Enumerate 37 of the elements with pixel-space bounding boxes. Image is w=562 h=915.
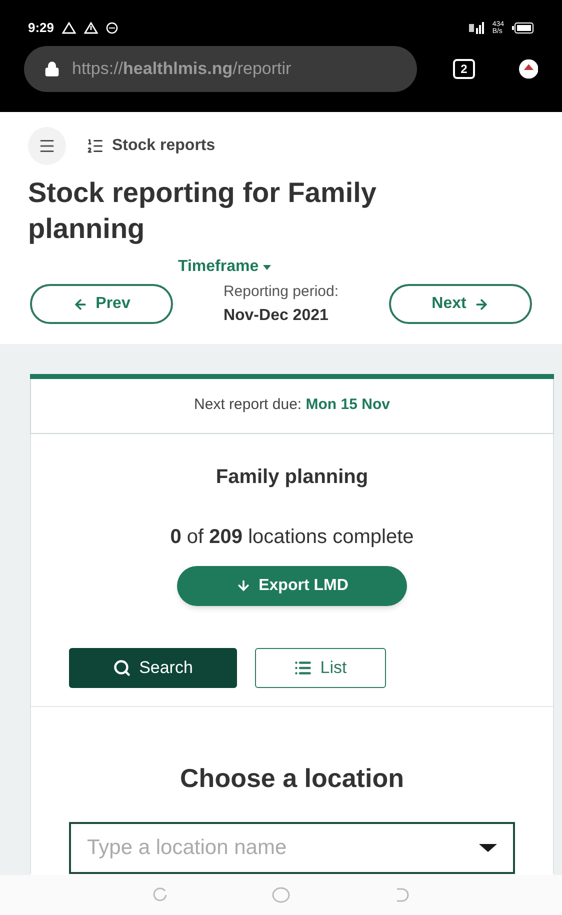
battery-icon: [512, 22, 534, 34]
completion-count: 0 of 209 locations complete: [170, 524, 414, 550]
caret-icon: [479, 844, 497, 852]
location-field[interactable]: Type a location name: [69, 822, 515, 874]
back-icon[interactable]: [394, 887, 410, 903]
menu-icon: [38, 137, 56, 155]
prev-button[interactable]: Prev: [30, 284, 173, 324]
export-button[interactable]: Export LMD: [177, 566, 407, 606]
breadcrumb-link[interactable]: Stock reports: [86, 134, 216, 158]
view-tab[interactable]: List: [255, 648, 386, 688]
section-heading: Choose a location: [180, 762, 404, 794]
next-button[interactable]: Next: [388, 284, 532, 324]
warning-icon: [84, 22, 98, 34]
period-label: Reporting period:: [223, 282, 339, 302]
program-title: Family planning: [216, 464, 368, 490]
arrow-down-icon: [236, 578, 251, 593]
address-bar[interactable]: https://healthlmis.ng/reportir: [24, 46, 418, 92]
signal-icon: [468, 22, 484, 34]
list-icon: [294, 658, 312, 676]
page-title: Stock reporting for Family planning: [27, 176, 378, 246]
home-icon[interactable]: [272, 887, 290, 903]
view-tab[interactable]: Search: [69, 648, 237, 688]
url-text: https://healthlmis.ng/reportir: [72, 58, 292, 80]
timeframe-dropdown[interactable]: Timeframe: [178, 255, 271, 279]
warning-icon: [62, 22, 76, 34]
arrow-right-icon: [474, 296, 490, 312]
profile-icon[interactable]: [518, 59, 538, 79]
recent-apps-icon[interactable]: [152, 887, 168, 903]
search-icon: [113, 658, 132, 676]
clock-time: 9:29: [28, 19, 54, 38]
menu-button[interactable]: [28, 127, 66, 165]
lock-icon: [44, 61, 60, 77]
period-value: Nov-Dec 2021: [223, 306, 330, 326]
due-date-text: Next report due: Mon 15 Nov: [194, 395, 390, 416]
tab-count-button[interactable]: 2: [453, 59, 475, 79]
caret-icon: [262, 264, 271, 270]
list-icon: [86, 137, 104, 155]
